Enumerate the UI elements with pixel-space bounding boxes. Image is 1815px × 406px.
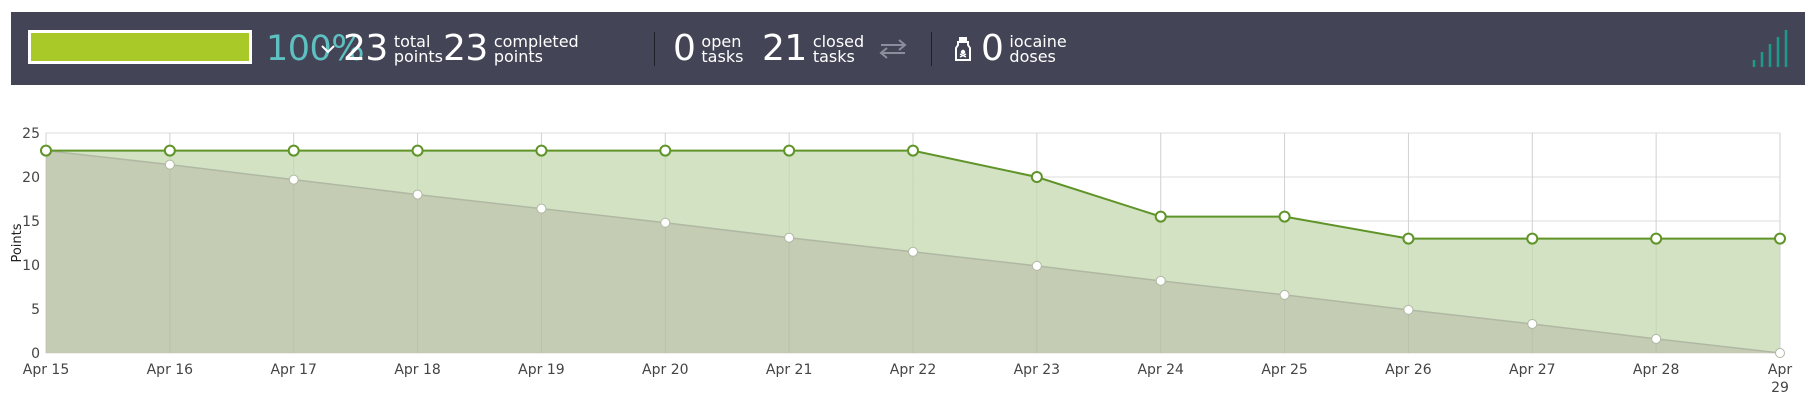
chevron-down-icon[interactable]	[321, 42, 335, 56]
actual-point	[783, 144, 796, 157]
graph-toggle-button[interactable]	[1749, 12, 1789, 85]
actual-point	[1650, 232, 1663, 245]
ideal-point	[288, 174, 299, 185]
burndown-chart: 0510152025Apr 15 Apr 16 Apr 17 Apr 18 Apr 19…	[10, 126, 1792, 396]
iocaine-stat: 0 iocaine doses	[954, 12, 1067, 85]
x-tick-label: Apr	[1768, 362, 1792, 378]
actual-point	[1154, 210, 1167, 223]
ideal-point	[412, 189, 423, 200]
iocaine-value: 0	[981, 27, 1004, 69]
y-axis-label: Points	[10, 223, 25, 262]
points-toggle-button[interactable]	[321, 12, 335, 85]
ideal-point	[1775, 348, 1785, 358]
x-tick-label: 29	[1771, 380, 1789, 396]
x-tick-label: Apr 18	[394, 362, 440, 378]
actual-point	[535, 144, 548, 157]
actual-point	[40, 144, 52, 157]
ideal-point	[1403, 304, 1414, 315]
closed-tasks-stat: 21 closed tasks	[762, 12, 864, 85]
actual-point	[163, 144, 176, 157]
actual-point	[1030, 171, 1043, 183]
completed-points-value: 23	[443, 27, 488, 69]
x-tick-label: Apr 23	[1014, 362, 1060, 378]
actual-point	[287, 144, 300, 157]
completed-points-label-2: points	[493, 46, 543, 66]
completed-points-stat: 23 completed points	[443, 12, 579, 85]
x-tick-label: Apr 22	[890, 362, 936, 378]
bar-graph-icon[interactable]	[1749, 29, 1789, 69]
ideal-point	[164, 159, 175, 170]
y-tick-label: 20	[22, 170, 40, 186]
divider	[654, 32, 655, 66]
total-points-stat: 23 total points	[343, 12, 443, 85]
y-tick-label: 0	[31, 346, 40, 362]
x-tick-label: Apr 28	[1633, 362, 1679, 378]
actual-point	[907, 144, 919, 157]
potion-bottle-icon	[955, 36, 971, 61]
x-tick-label: Apr 26	[1385, 362, 1432, 378]
actual-point	[1278, 210, 1291, 223]
divider	[931, 32, 932, 66]
ideal-point	[784, 232, 795, 243]
iocaine-label-2: doses	[1009, 46, 1056, 66]
ideal-point	[660, 217, 671, 228]
open-tasks-value: 0	[673, 27, 696, 69]
actual-point	[1774, 232, 1786, 245]
x-tick-label: Apr 19	[518, 362, 564, 378]
ideal-point	[1279, 289, 1290, 300]
ideal-point	[1155, 275, 1166, 286]
progress-bar-fill	[31, 33, 249, 61]
x-tick-label: Apr 15	[23, 362, 69, 378]
x-tick-label: Apr 20	[642, 362, 688, 378]
progress-bar	[28, 30, 252, 64]
x-tick-label: Apr 17	[270, 362, 316, 378]
ideal-point	[1031, 260, 1042, 271]
ideal-point	[536, 203, 547, 214]
actual-point	[1526, 232, 1539, 245]
total-points-value: 23	[343, 27, 388, 69]
y-tick-label: 5	[31, 302, 40, 318]
x-tick-label: Apr 25	[1261, 362, 1307, 378]
x-tick-label: Apr 21	[766, 362, 812, 378]
sprint-summary-bar: 100% 23 total points 23 completed points…	[11, 12, 1805, 85]
swap-button[interactable]	[879, 12, 907, 85]
x-tick-label: Apr 24	[1137, 362, 1184, 378]
total-points-label-2: points	[393, 46, 443, 66]
actual-point	[411, 144, 424, 157]
ideal-point	[1527, 318, 1538, 329]
actual-point	[659, 144, 672, 157]
open-tasks-stat: 0 open tasks	[673, 12, 743, 85]
open-tasks-label-2: tasks	[701, 46, 744, 66]
closed-tasks-value: 21	[762, 27, 807, 69]
swap-arrows-icon[interactable]	[879, 37, 907, 61]
x-tick-label: Apr 16	[147, 362, 194, 378]
closed-tasks-label-2: tasks	[812, 46, 855, 66]
x-tick-label: Apr 27	[1509, 362, 1555, 378]
y-tick-label: 25	[22, 126, 40, 142]
ideal-point	[908, 246, 918, 257]
ideal-point	[1651, 333, 1662, 344]
actual-point	[1402, 232, 1415, 245]
